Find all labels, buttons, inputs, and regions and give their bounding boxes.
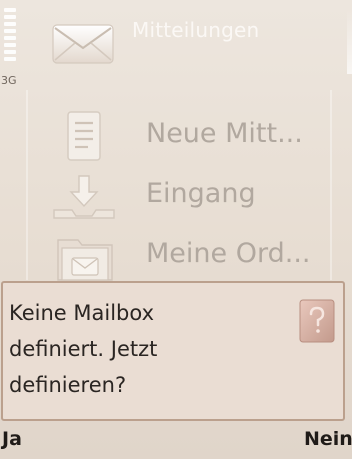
menu-item-my-folders[interactable]: Meine Ord... [0, 226, 352, 286]
left-softkey-yes[interactable]: Ja [2, 428, 22, 450]
my-folders-icon [57, 239, 113, 281]
question-icon [299, 299, 335, 343]
menu-item-label: Eingang [146, 178, 256, 209]
menu-item-inbox[interactable]: Eingang [0, 166, 352, 226]
new-message-icon [67, 111, 101, 161]
signal-strength-icon [4, 8, 16, 70]
confirmation-dialog: Keine Mailbox definiert. Jetzt definiere… [1, 281, 345, 421]
menu-item-label: Neue Mitt... [146, 118, 303, 149]
menu-item-new-message[interactable]: Neue Mitt... [0, 106, 352, 166]
app-title: Mitteilungen [132, 18, 260, 42]
envelope-icon [52, 24, 114, 64]
inbox-icon [53, 175, 115, 219]
dialog-message: Keine Mailbox definiert. Jetzt definiere… [9, 301, 158, 397]
menu-item-label: Meine Ord... [146, 238, 311, 269]
battery-level-icon [347, 8, 352, 74]
network-type-label: 3G [1, 74, 17, 87]
right-softkey-no[interactable]: Nein [304, 428, 352, 450]
